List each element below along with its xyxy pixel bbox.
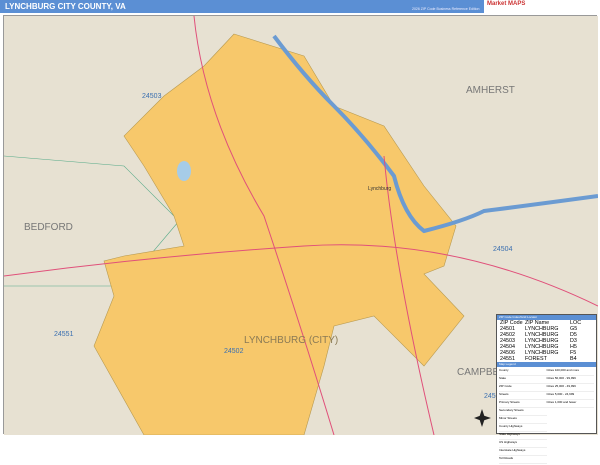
legend-item: Primary Streets [499, 400, 547, 408]
label-lynchburg-town: Lynchburg [368, 186, 391, 192]
label-bedford: BEDFORD [24, 222, 73, 233]
zip-24504: 24504 [493, 246, 513, 253]
legend-item: Toll Roads [499, 456, 547, 464]
legend-city-size: Cities 100,000 and more [546, 368, 594, 376]
edition-label: 2026 ZIP Code Business Reference Edition [412, 7, 480, 11]
logo: Market MAPS [484, 0, 600, 13]
legend-panel: ZIP Code Index/Grid Locator ZIP Code ZIP … [496, 314, 597, 464]
legend-item: State Highways [499, 432, 547, 440]
lake [177, 161, 191, 181]
legend-item: Secondary Streets [499, 408, 547, 416]
zip-24551: 24551 [54, 331, 74, 338]
zip-index-cell: FOREST [525, 356, 547, 362]
label-campbell: CAMPBE [457, 367, 500, 378]
legend-item: State [499, 376, 547, 384]
legend-city-size: Cities 50,000 - 99,999 [546, 376, 594, 384]
legend-item: County [499, 368, 547, 376]
legend-item: Minor Streets [499, 416, 547, 424]
legend-item: Interstate Highways [499, 448, 547, 456]
zip-24503: 24503 [142, 93, 162, 100]
label-amherst: AMHERST [466, 85, 515, 96]
title-bar: LYNCHBURG CITY COUNTY, VA 2026 ZIP Code … [0, 0, 600, 13]
map-title: LYNCHBURG CITY COUNTY, VA [5, 2, 126, 11]
legend-item: County Highways [499, 424, 547, 432]
legend-item: ZIP Code [499, 384, 547, 392]
legend-city-size: Cities 25,000 - 49,999 [546, 384, 594, 392]
legend-city-size: Cities 5,000 - 24,999 [546, 392, 594, 400]
legend-item: Streets [499, 392, 547, 400]
zip-index-cell: B4 [570, 356, 577, 362]
logo-text: Market MAPS [487, 1, 526, 7]
legend-city-size: Cities 1,000 and fewer [546, 400, 594, 408]
label-city: LYNCHBURG (CITY) [244, 335, 338, 346]
zip-24502: 24502 [224, 348, 244, 355]
legend-item: US Highways [499, 440, 547, 448]
